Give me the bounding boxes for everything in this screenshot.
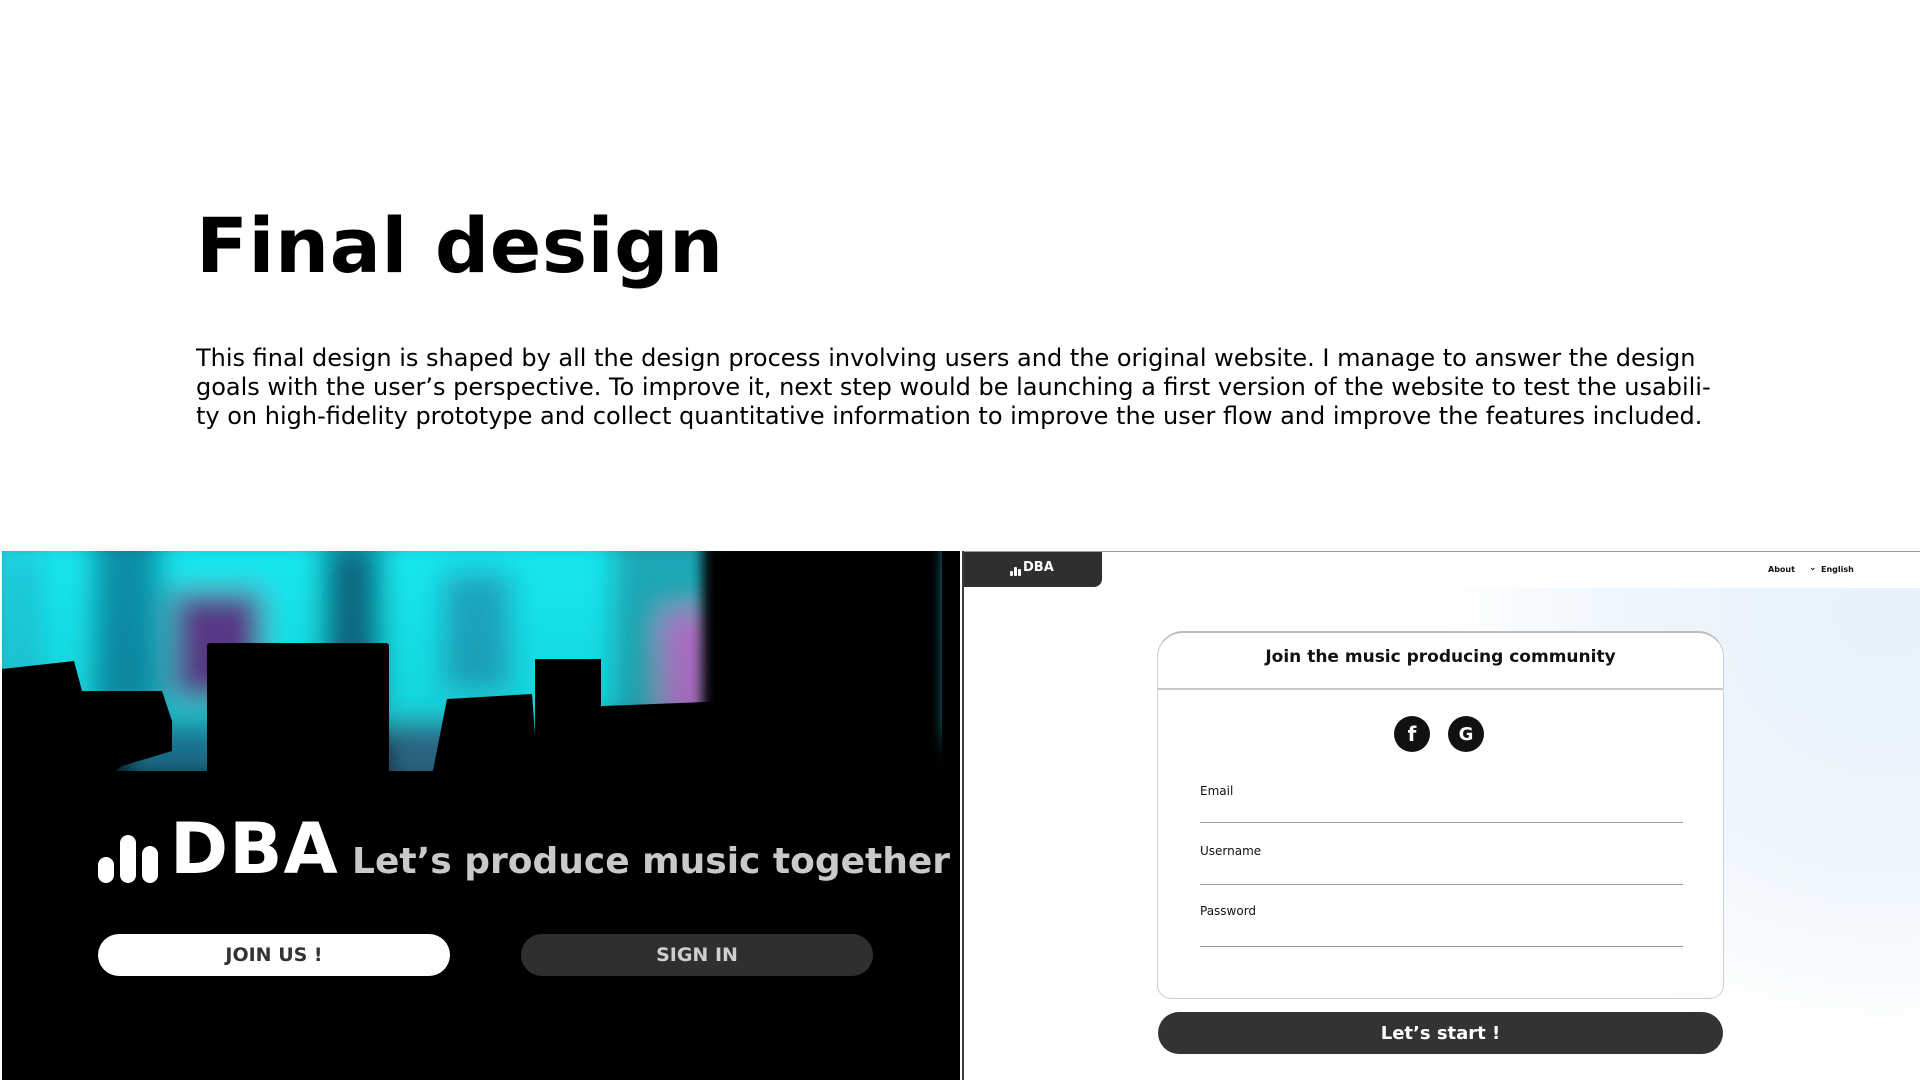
google-icon[interactable]: G	[1448, 716, 1484, 752]
brand-wordmark: DBA	[1023, 560, 1054, 575]
dba-logo: DBA	[98, 809, 338, 889]
mini-logo-bar	[1018, 569, 1021, 576]
brand-tab[interactable]: DBA	[964, 552, 1102, 587]
lets-start-button[interactable]: Let’s start !	[1158, 1012, 1723, 1054]
slide-description: This final design is shaped by all the d…	[196, 344, 1711, 430]
password-field[interactable]	[1200, 946, 1683, 947]
sign-in-button[interactable]: SIGN IN	[521, 934, 873, 976]
landing-page-mockup: DBA Let’s produce music together JOIN US…	[2, 551, 960, 1080]
landing-tagline: Let’s produce music together	[352, 841, 951, 882]
top-navigation-bar: DBA About ⌄ English	[964, 551, 1920, 588]
email-label: Email	[1200, 784, 1234, 798]
mini-logo-bar	[1014, 567, 1017, 576]
username-label: Username	[1200, 844, 1262, 858]
email-field[interactable]	[1200, 822, 1683, 823]
chevron-down-icon[interactable]: ⌄	[1809, 563, 1817, 573]
slide-title: Final design	[196, 201, 724, 290]
facebook-icon[interactable]: f	[1394, 716, 1430, 752]
signup-card-title: Join the music producing community	[1265, 647, 1616, 667]
studio-background-image	[2, 551, 960, 1080]
nav-about-link[interactable]: About	[1768, 565, 1795, 574]
username-field[interactable]	[1200, 884, 1683, 885]
password-label: Password	[1200, 904, 1257, 918]
logo-wordmark: DBA	[170, 808, 339, 890]
signup-page-mockup: DBA About ⌄ English Join the music produ…	[962, 551, 1920, 1080]
logo-bar	[142, 846, 158, 883]
join-us-button[interactable]: JOIN US !	[98, 934, 450, 976]
card-divider	[1158, 688, 1723, 690]
logo-bar	[120, 835, 136, 883]
mini-logo-bar	[1010, 571, 1013, 576]
language-selector[interactable]: English	[1821, 565, 1854, 574]
logo-bar	[98, 857, 114, 883]
signup-card: Join the music producing community f G E…	[1157, 631, 1724, 999]
